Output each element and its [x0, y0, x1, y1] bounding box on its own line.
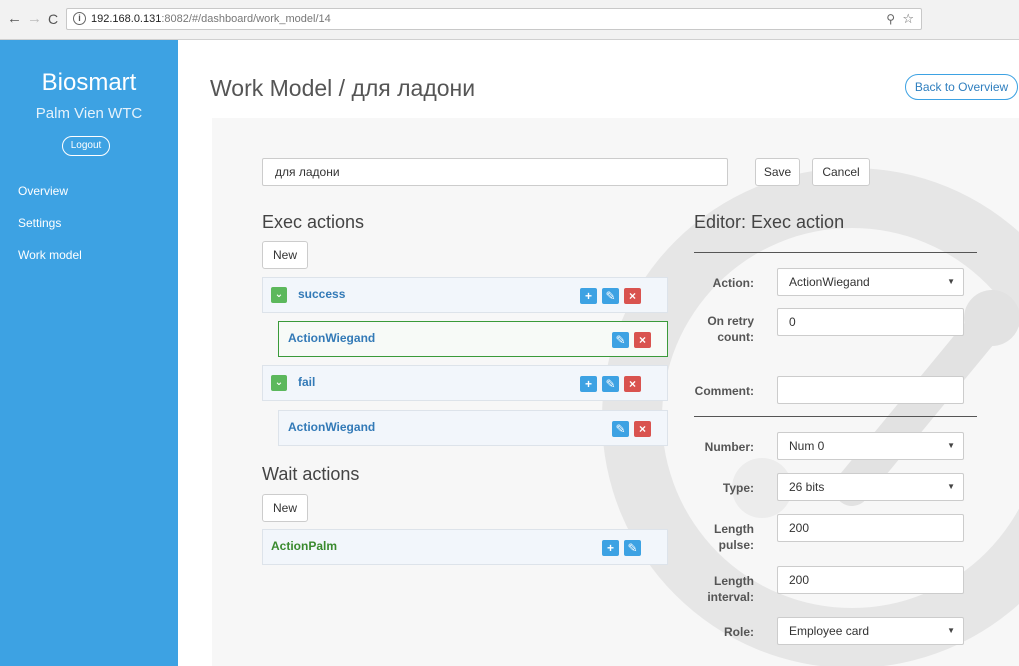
editor-title: Editor: Exec action	[694, 212, 845, 232]
star-icon[interactable]: ☆	[902, 11, 914, 27]
brand-title: Biosmart	[41, 69, 137, 96]
caret-down-icon: ▼	[947, 482, 955, 491]
length-pulse-label: Length pulse:	[714, 522, 754, 552]
work-model-name-input[interactable]: для ладони	[262, 158, 728, 186]
wait-actions-title: Wait actions	[262, 464, 360, 484]
chevron-down-icon[interactable]: ⌄	[271, 287, 287, 303]
editor-divider	[694, 252, 977, 253]
forward-arrow-icon[interactable]: →	[27, 11, 42, 27]
logout-button[interactable]: Logout	[62, 136, 110, 156]
sidebar-item-work-model[interactable]: Work model	[18, 248, 82, 262]
address-bar[interactable]: i 192.168.0.131:8082/#/dashboard/work_mo…	[66, 8, 922, 30]
plus-icon[interactable]: +	[580, 288, 597, 304]
back-to-overview-button[interactable]: Back to Overview	[905, 74, 1018, 100]
browser-toolbar: ← → C i 192.168.0.131:8082/#/dashboard/w…	[0, 0, 1019, 40]
edit-icon[interactable]: ✎	[602, 288, 619, 304]
length-pulse-input[interactable]: 200	[777, 514, 964, 542]
caret-down-icon: ▼	[947, 277, 955, 286]
group-label: success	[298, 287, 346, 301]
edit-icon[interactable]: ✎	[624, 540, 641, 556]
wait-new-button[interactable]: New	[262, 494, 308, 522]
caret-down-icon: ▼	[947, 441, 955, 450]
info-icon[interactable]: i	[73, 12, 86, 25]
exec-group-fail[interactable]: ⌄ fail + ✎ ×	[262, 365, 668, 401]
delete-icon[interactable]: ×	[634, 421, 651, 437]
action-label: ActionPalm	[271, 539, 338, 553]
type-select[interactable]: 26 bits ▼	[777, 473, 964, 501]
delete-icon[interactable]: ×	[624, 288, 641, 304]
exec-item-selected[interactable]: ActionWiegand ✎ ×	[278, 321, 668, 357]
brand-subtitle: Palm Vien WTC	[35, 105, 143, 122]
exec-item[interactable]: ActionWiegand ✎ ×	[278, 410, 668, 446]
edit-icon[interactable]: ✎	[602, 376, 619, 392]
comment-input[interactable]	[777, 376, 964, 404]
action-select[interactable]: ActionWiegand ▼	[777, 268, 964, 296]
exec-new-button[interactable]: New	[262, 241, 308, 269]
url-text[interactable]: 192.168.0.131:8082/#/dashboard/work_mode…	[91, 13, 331, 25]
sidebar-item-overview[interactable]: Overview	[18, 184, 68, 198]
retry-count-label: On retry count:	[707, 314, 754, 344]
number-select[interactable]: Num 0 ▼	[777, 432, 964, 460]
wait-item[interactable]: ActionPalm + ✎	[262, 529, 668, 565]
chevron-down-icon[interactable]: ⌄	[271, 375, 287, 391]
role-label: Role:	[724, 625, 754, 639]
exec-actions-title: Exec actions	[262, 212, 365, 232]
page-title: Work Model / для ладони	[210, 75, 476, 101]
caret-down-icon: ▼	[947, 626, 955, 635]
main-panel: для ладони Save Cancel Exec actions New …	[212, 118, 1019, 666]
save-button[interactable]: Save	[755, 158, 800, 186]
type-label: Type:	[722, 481, 754, 495]
group-label: fail	[298, 375, 316, 389]
edit-icon[interactable]: ✎	[612, 332, 629, 348]
action-label: ActionWiegand	[288, 420, 376, 434]
edit-icon[interactable]: ✎	[612, 421, 629, 437]
delete-icon[interactable]: ×	[624, 376, 641, 392]
sidebar: Biosmart Palm Vien WTC Logout Overview S…	[0, 40, 178, 666]
plus-icon[interactable]: +	[602, 540, 619, 556]
delete-icon[interactable]: ×	[634, 332, 651, 348]
plus-icon[interactable]: +	[580, 376, 597, 392]
sidebar-item-settings[interactable]: Settings	[18, 216, 61, 230]
key-icon[interactable]: ⚲	[886, 12, 895, 26]
comment-label: Comment:	[694, 384, 754, 398]
cancel-button[interactable]: Cancel	[812, 158, 870, 186]
length-interval-input[interactable]: 200	[777, 566, 964, 594]
editor-divider	[694, 416, 977, 417]
role-select[interactable]: Employee card ▼	[777, 617, 964, 645]
retry-count-input[interactable]: 0	[777, 308, 964, 336]
length-interval-label: Length interval:	[707, 574, 754, 604]
exec-group-success[interactable]: ⌄ success + ✎ ×	[262, 277, 668, 313]
back-arrow-icon[interactable]: ←	[7, 11, 22, 27]
action-label: ActionWiegand	[288, 331, 376, 345]
action-label: Action:	[712, 276, 754, 290]
number-label: Number:	[704, 440, 754, 454]
reload-icon[interactable]: C	[48, 11, 58, 27]
